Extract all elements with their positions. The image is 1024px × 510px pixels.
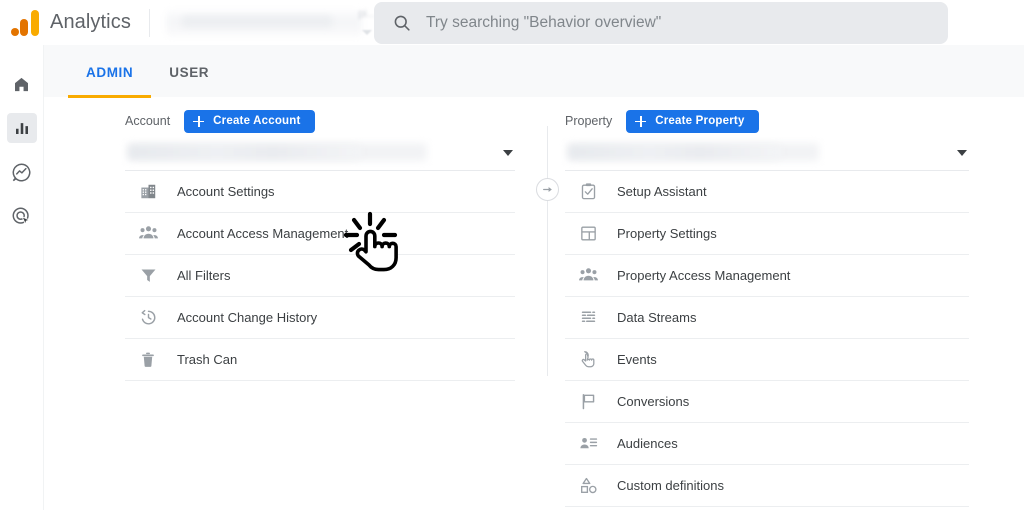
chevron-down-icon <box>361 29 372 35</box>
create-account-label: Create Account <box>213 115 301 127</box>
menu-item-property-access-management[interactable]: Property Access Management <box>565 255 969 297</box>
filter-funnel-icon <box>137 265 159 287</box>
admin-tabbar: ADMIN USER <box>44 45 1024 98</box>
collapse-columns-button[interactable] <box>536 178 559 201</box>
account-column: Account Create Account Account Settings … <box>125 98 515 381</box>
home-icon <box>12 75 31 94</box>
column-divider <box>536 98 560 398</box>
sidebar-item-reports[interactable] <box>6 113 37 143</box>
search-bar[interactable]: Try searching "Behavior overview" <box>374 2 948 44</box>
property-label: Property <box>565 114 613 128</box>
account-menu: Account Settings Account Access Manageme… <box>125 171 515 381</box>
shapes-icon <box>577 475 599 497</box>
plus-icon <box>635 115 647 127</box>
property-menu: Setup Assistant Property Settings Proper… <box>565 171 969 507</box>
header-account-picker-redacted-text <box>181 15 332 27</box>
menu-item-label: Setup Assistant <box>617 184 707 199</box>
menu-item-trash-can[interactable]: Trash Can <box>125 339 515 381</box>
menu-item-account-change-history[interactable]: Account Change History <box>125 297 515 339</box>
menu-item-account-settings[interactable]: Account Settings <box>125 171 515 213</box>
tab-user-label: USER <box>169 65 210 80</box>
menu-item-data-streams[interactable]: Data Streams <box>565 297 969 339</box>
bar-chart-icon <box>13 119 31 137</box>
search-input[interactable]: Try searching "Behavior overview" <box>426 14 661 32</box>
menu-item-label: Data Streams <box>617 310 697 325</box>
account-column-header: Account Create Account <box>125 107 515 135</box>
flag-icon <box>577 391 599 413</box>
building-icon <box>137 181 159 203</box>
people-icon <box>577 265 599 287</box>
account-selector-redacted-text <box>129 145 361 159</box>
left-nav-rail <box>0 45 44 510</box>
history-clock-icon <box>137 307 159 329</box>
data-streams-icon <box>577 307 599 329</box>
explore-icon <box>11 162 32 183</box>
brand-title: Analytics <box>50 11 131 33</box>
menu-item-label: Account Change History <box>177 310 318 325</box>
header-account-picker[interactable]: pi... <box>164 5 382 41</box>
property-selector-redacted-text <box>569 145 781 159</box>
create-property-label: Create Property <box>655 115 745 127</box>
menu-item-label: Trash Can <box>177 352 238 367</box>
menu-item-account-access-management[interactable]: Account Access Management <box>125 213 515 255</box>
menu-item-custom-definitions[interactable]: Custom definitions <box>565 465 969 507</box>
person-list-icon <box>577 433 599 455</box>
tab-admin-label: ADMIN <box>86 65 134 80</box>
menu-item-property-settings[interactable]: Property Settings <box>565 213 969 255</box>
google-analytics-logo-icon <box>10 9 40 36</box>
menu-item-label: Audiences <box>617 436 678 451</box>
sidebar-item-home[interactable] <box>7 69 37 99</box>
plus-icon <box>193 115 205 127</box>
menu-item-label: Events <box>617 352 657 367</box>
menu-item-label: Custom definitions <box>617 478 724 493</box>
menu-item-label: Account Access Management <box>177 226 349 241</box>
property-column: Property Create Property Setup Assistant… <box>565 98 969 507</box>
tap-hand-icon <box>577 349 599 371</box>
chevron-down-icon <box>957 150 967 156</box>
analytics-admin-page: Analytics pi... Try searching "Behavior … <box>0 0 1024 510</box>
people-icon <box>137 223 159 245</box>
menu-item-label: Property Access Management <box>617 268 791 283</box>
property-column-header: Property Create Property <box>565 107 969 135</box>
layout-panel-icon <box>577 223 599 245</box>
trash-icon <box>137 349 159 371</box>
menu-item-conversions[interactable]: Conversions <box>565 381 969 423</box>
target-cursor-icon <box>11 206 32 227</box>
menu-item-events[interactable]: Events <box>565 339 969 381</box>
create-account-button[interactable]: Create Account <box>184 109 315 133</box>
chevron-down-icon <box>503 150 513 156</box>
account-label: Account <box>125 114 171 128</box>
tab-admin[interactable]: ADMIN <box>68 45 152 98</box>
property-selector[interactable] <box>565 141 969 171</box>
tab-user[interactable]: USER <box>151 45 227 98</box>
menu-item-label: Conversions <box>617 394 690 409</box>
admin-content: Account Create Account Account Settings … <box>44 98 1024 510</box>
sidebar-item-explore[interactable] <box>7 157 37 187</box>
menu-item-setup-assistant[interactable]: Setup Assistant <box>565 171 969 213</box>
account-selector[interactable] <box>125 141 515 171</box>
arrow-right-circle-icon <box>541 183 554 196</box>
clipboard-check-icon <box>577 181 599 203</box>
menu-item-label: Account Settings <box>177 184 275 199</box>
header-divider <box>148 8 150 37</box>
menu-item-all-filters[interactable]: All Filters <box>125 255 515 297</box>
sidebar-item-advertising[interactable] <box>7 201 37 231</box>
create-property-button[interactable]: Create Property <box>626 109 759 133</box>
menu-item-label: All Filters <box>177 268 231 283</box>
menu-item-label: Property Settings <box>617 226 717 241</box>
menu-item-audiences[interactable]: Audiences <box>565 423 969 465</box>
divider-line <box>547 126 548 376</box>
search-icon <box>392 13 412 33</box>
app-header: Analytics pi... Try searching "Behavior … <box>0 0 1024 45</box>
